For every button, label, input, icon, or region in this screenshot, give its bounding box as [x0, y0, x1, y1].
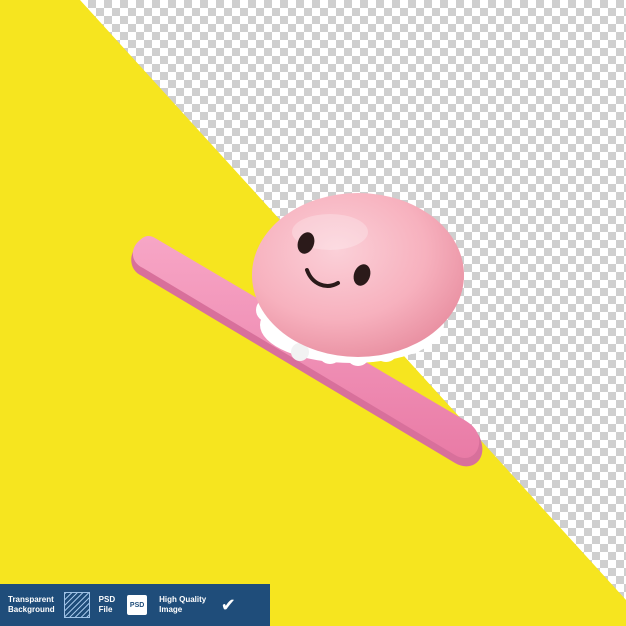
psd-file-icon-text: PSD	[127, 595, 148, 615]
badge-label-transparent: Transparent Background	[8, 595, 55, 614]
badge-label-psd: PSD File	[98, 595, 116, 614]
illustration-scene	[0, 0, 626, 626]
checkmark-icon: ✔	[220, 595, 236, 615]
feature-badge-bar: Transparent Background PSD File PSD High…	[0, 584, 270, 626]
image-canvas: Transparent Background PSD File PSD High…	[0, 0, 626, 626]
hatched-square-icon	[63, 591, 91, 619]
psd-file-icon: PSD	[123, 591, 151, 619]
badge-label-quality: High Quality Image	[159, 595, 207, 614]
